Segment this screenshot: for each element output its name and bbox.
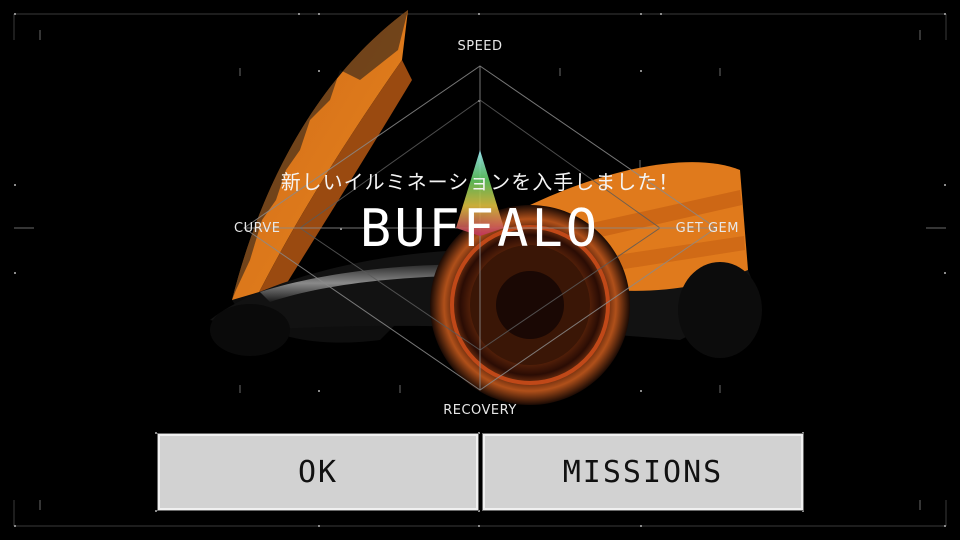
ok-button[interactable]: OK xyxy=(157,433,479,511)
ok-button-label: OK xyxy=(297,454,339,490)
unlock-message: 新しいイルミネーションを入手しました！ xyxy=(280,170,680,194)
missions-button[interactable]: MISSIONS xyxy=(482,433,804,511)
stat-label-speed: SPEED xyxy=(457,39,503,54)
background-scene xyxy=(13,10,947,527)
unlocked-item-name: BUFFALO xyxy=(359,199,601,259)
missions-button-label: MISSIONS xyxy=(562,454,724,490)
stat-label-recovery: RECOVERY xyxy=(443,403,517,418)
unlock-screen: SPEED RECOVERY CURVE GET GEM 新しいイルミネーション… xyxy=(0,0,960,540)
